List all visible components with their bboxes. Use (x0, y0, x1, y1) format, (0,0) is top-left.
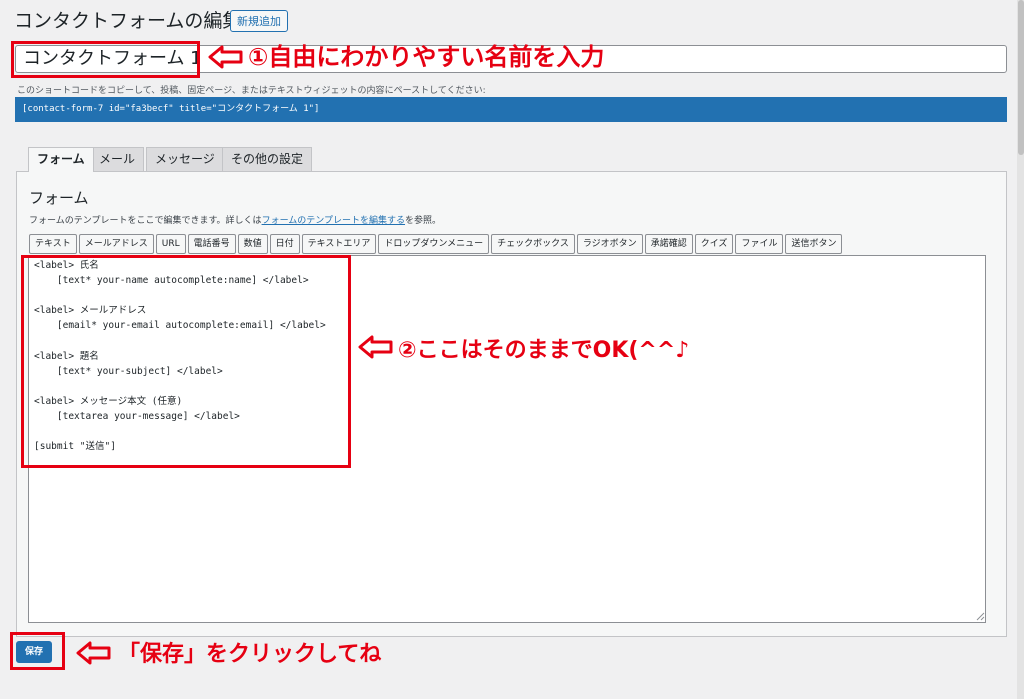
panel-description-suffix: を参照。 (405, 216, 442, 226)
tag-button-textarea[interactable]: テキストエリア (301, 234, 377, 254)
shortcode-field[interactable]: [contact-form-7 id="fa3becf" title="コンタク… (15, 97, 1007, 122)
tab-form[interactable]: フォーム (28, 147, 94, 172)
tag-button-tel[interactable]: 電話番号 (187, 234, 236, 254)
tag-generator-toolbar: テキスト メールアドレス URL 電話番号 数値 日付 テキストエリア ドロップ… (29, 234, 843, 254)
left-arrow-icon (208, 45, 243, 69)
add-new-button[interactable]: 新規追加 (230, 10, 288, 32)
tag-button-text[interactable]: テキスト (29, 234, 77, 254)
annotation-editor-hint: ②ここはそのままでOK(^^♪ (398, 338, 690, 363)
annotation-save-hint: 「保存」をクリックしてね (118, 642, 382, 667)
left-arrow-icon (358, 335, 393, 359)
tag-button-quiz[interactable]: クイズ (694, 234, 734, 254)
tag-button-acceptance[interactable]: 承諾確認 (644, 234, 693, 254)
annotation-name-hint: ①自由にわかりやすい名前を入力 (248, 43, 605, 71)
tag-button-submit[interactable]: 送信ボタン (785, 234, 843, 254)
tag-button-email[interactable]: メールアドレス (78, 234, 154, 254)
template-help-link[interactable]: フォームのテンプレートを編集する (262, 216, 405, 226)
tag-button-dropdown[interactable]: ドロップダウンメニュー (378, 234, 490, 254)
shortcode-hint: このショートコードをコピーして、投稿、固定ページ、またはテキストウィジェットの内… (17, 86, 486, 96)
tab-additional-settings[interactable]: その他の設定 (222, 147, 313, 171)
left-arrow-icon (76, 641, 111, 665)
tab-mail[interactable]: メール (90, 147, 145, 171)
tag-button-file[interactable]: ファイル (735, 234, 784, 254)
tag-button-checkbox[interactable]: チェックボックス (491, 234, 575, 254)
tag-button-number[interactable]: 数値 (237, 234, 268, 254)
panel-heading: フォーム (29, 189, 89, 207)
tab-messages[interactable]: メッセージ (146, 147, 224, 171)
tag-button-radio[interactable]: ラジオボタン (576, 234, 643, 254)
tag-button-url[interactable]: URL (155, 234, 186, 254)
tag-button-date[interactable]: 日付 (269, 234, 300, 254)
panel-description: フォームのテンプレートをここで編集できます。詳しくはフォームのテンプレートを編集… (29, 213, 441, 226)
panel-description-text: フォームのテンプレートをここで編集できます。詳しくは (29, 216, 262, 226)
form-template-code[interactable]: <label> 氏名 [text* your-name autocomplete… (34, 258, 326, 454)
page-title: コンタクトフォームの編集 (14, 10, 242, 32)
scrollbar-thumb[interactable] (1018, 0, 1024, 155)
save-button[interactable]: 保存 (16, 641, 52, 663)
resize-handle-icon[interactable] (975, 611, 985, 621)
